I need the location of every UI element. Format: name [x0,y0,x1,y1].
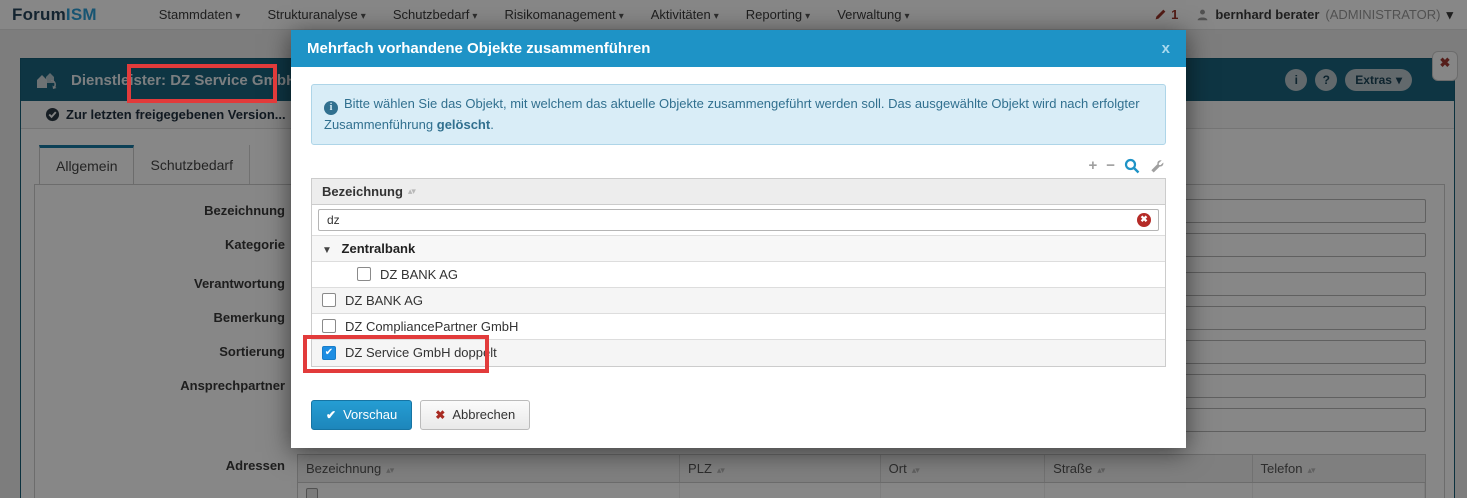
info-text-bold: gelöscht [437,117,490,132]
row-label: DZ BANK AG [380,267,458,282]
vorschau-button[interactable]: ✔ Vorschau [311,400,412,430]
table-search-row: ✖ [312,205,1165,236]
add-icon[interactable]: + [1088,158,1097,173]
merge-objects-dialog: Mehrfach vorhandene Objekte zusammenführ… [291,30,1186,448]
table-row[interactable]: DZ CompliancePartner GmbH [312,314,1165,340]
row-label: DZ BANK AG [345,293,423,308]
row-checkbox[interactable] [357,267,371,281]
clear-search-icon[interactable]: ✖ [1137,213,1151,227]
group-row-zentralbank[interactable]: ▼ Zentralbank [312,236,1165,262]
table-row-selected[interactable]: ✔ DZ Service GmbH doppelt [312,340,1165,366]
check-icon: ✔ [326,408,336,422]
table-header-row: Bezeichnung ▴▾ [312,179,1165,205]
merge-candidates-table: Bezeichnung ▴▾ ✖ ▼ Zentralbank DZ BANK A… [311,178,1166,367]
close-icon: x [1162,40,1170,57]
remove-icon[interactable]: − [1106,158,1115,173]
group-label: Zentralbank [342,241,416,256]
dialog-title: Mehrfach vorhandene Objekte zusammenführ… [307,40,650,57]
row-checkbox[interactable] [322,293,336,307]
table-row[interactable]: DZ BANK AG [312,288,1165,314]
search-icon[interactable] [1124,158,1140,174]
dialog-header: Mehrfach vorhandene Objekte zusammenführ… [291,30,1186,67]
column-header-bezeichnung[interactable]: Bezeichnung [322,184,403,199]
info-message: iBitte wählen Sie das Objekt, mit welche… [311,84,1166,145]
table-toolbar: + − [311,158,1164,174]
info-icon: i [324,101,338,115]
row-checkbox[interactable] [322,319,336,333]
dialog-close-button[interactable]: x [1162,40,1170,57]
sort-icon[interactable]: ▴▾ [408,186,415,197]
abbrechen-button[interactable]: ✖ Abbrechen [420,400,530,430]
check-icon: ✔ [325,347,333,358]
cancel-icon: ✖ [435,408,445,422]
dialog-actions: ✔ Vorschau ✖ Abbrechen [311,400,1166,430]
table-row[interactable]: DZ BANK AG [312,262,1165,288]
wrench-icon[interactable] [1149,158,1164,173]
dialog-body: iBitte wählen Sie das Objekt, mit welche… [291,67,1186,430]
app-page: ForumISM Stammdaten▾ Strukturanalyse▾ Sc… [0,0,1467,498]
collapse-icon: ▼ [322,245,332,256]
row-checkbox-checked[interactable]: ✔ [322,346,336,360]
row-label: DZ CompliancePartner GmbH [345,319,518,334]
search-input[interactable] [318,209,1159,231]
row-label: DZ Service GmbH doppelt [345,345,497,360]
